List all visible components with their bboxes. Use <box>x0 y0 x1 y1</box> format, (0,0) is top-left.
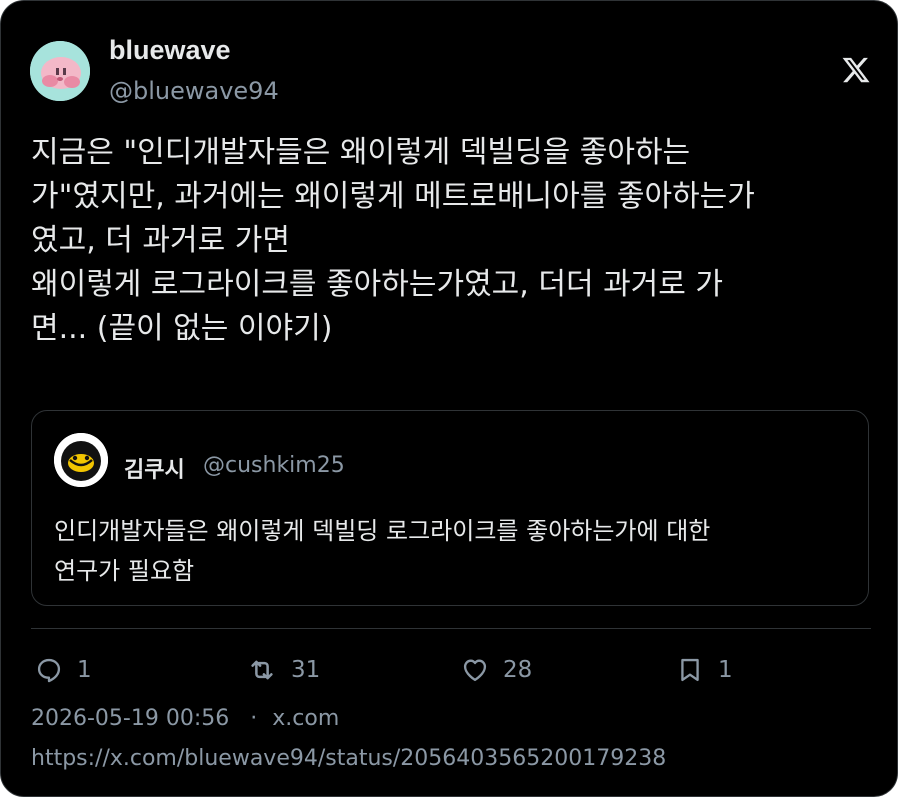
quoted-author-name[interactable]: 김쿠시 <box>124 452 185 484</box>
quoted-avatar-image <box>54 433 108 487</box>
heart-icon <box>461 656 489 684</box>
tweet-timestamp[interactable]: 2026-05-19 00:56 <box>31 706 229 731</box>
bookmark-button[interactable]: 1 <box>676 653 733 687</box>
meta-separator: · <box>250 706 258 731</box>
tweet-source[interactable]: x.com <box>272 706 339 731</box>
quoted-author-avatar[interactable] <box>54 433 108 487</box>
tweet-card: bluewave @bluewave94 지금은 "인디개발자들은 왜이렇게 덱… <box>0 0 898 797</box>
retweet-button[interactable]: 31 <box>247 653 320 687</box>
tweet-url[interactable]: https://x.com/bluewave94/status/20564035… <box>31 746 666 771</box>
like-count: 28 <box>503 657 533 683</box>
bookmark-icon <box>676 656 704 684</box>
x-logo-icon[interactable] <box>841 55 871 85</box>
bookmark-count: 1 <box>718 657 733 683</box>
like-button[interactable]: 28 <box>461 653 532 687</box>
reply-button[interactable]: 1 <box>35 653 92 687</box>
author-name[interactable]: bluewave <box>109 35 231 66</box>
divider <box>31 628 871 629</box>
reply-icon <box>35 656 63 684</box>
tweet-meta: 2026-05-19 00:56 · x.com <box>31 706 339 731</box>
retweet-icon <box>247 655 277 685</box>
reply-count: 1 <box>77 657 92 683</box>
quoted-tweet-text: 인디개발자들은 왜이렇게 덱빌딩 로그라이크를 좋아하는가에 대한 연구가 필요… <box>54 517 711 585</box>
quoted-author-handle[interactable]: @cushkim25 <box>203 453 345 478</box>
quoted-tweet[interactable]: 김쿠시 @cushkim25 인디개발자들은 왜이렇게 덱빌딩 로그라이크를 좋… <box>31 410 869 606</box>
author-avatar[interactable] <box>30 41 90 101</box>
tweet-text: 지금은 "인디개발자들은 왜이렇게 덱빌딩을 좋아하는 가"였지만, 과거에는 … <box>31 135 755 346</box>
avatar-image <box>30 41 90 101</box>
retweet-count: 31 <box>291 657 321 683</box>
author-handle[interactable]: @bluewave94 <box>109 77 279 105</box>
